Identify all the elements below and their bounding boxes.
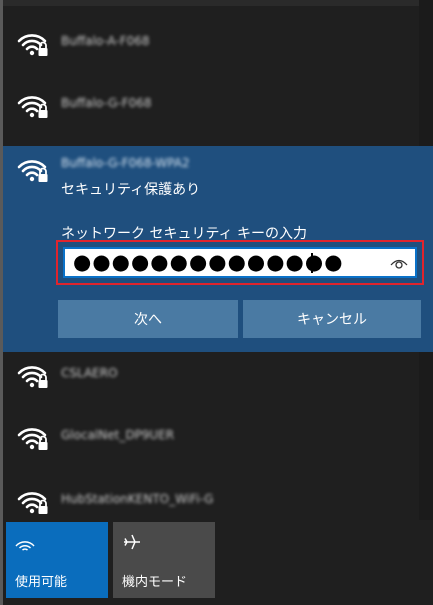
wifi-secured-icon xyxy=(17,362,51,390)
security-status: セキュリティ保護あり xyxy=(61,182,201,198)
wifi-icon xyxy=(15,541,35,551)
airplane-icon xyxy=(124,534,140,550)
cancel-button[interactable]: キャンセル xyxy=(243,300,421,338)
wifi-secured-icon xyxy=(17,30,51,58)
wifi-toggle-tile[interactable]: 使用可能 xyxy=(6,522,108,598)
airplane-mode-tile[interactable]: 機内モード xyxy=(113,522,215,598)
network-name: CSLAERO xyxy=(61,366,118,380)
password-highlight xyxy=(56,240,424,285)
network-item[interactable]: GlocalNet_DP9UER xyxy=(3,408,419,466)
wifi-secured-icon xyxy=(17,488,51,516)
wifi-secured-icon xyxy=(17,156,51,184)
text-caret xyxy=(311,253,313,273)
network-item[interactable]: Buffalo-A-F068 xyxy=(3,14,419,72)
password-input[interactable] xyxy=(73,248,373,276)
network-item[interactable]: Buffalo-G-F068 xyxy=(3,76,419,134)
wifi-secured-icon xyxy=(17,424,51,452)
airplane-tile-label: 機内モード xyxy=(122,575,188,590)
network-name: Buffalo-G-F068-WPA2 xyxy=(61,156,190,170)
reveal-password-icon[interactable] xyxy=(389,254,409,272)
network-item[interactable]: CSLAERO xyxy=(3,346,419,404)
network-name: Buffalo-A-F068 xyxy=(61,34,150,48)
wifi-tile-label: 使用可能 xyxy=(15,575,68,590)
password-field[interactable] xyxy=(63,247,417,278)
network-name: HubStationKENTO_WiFi-G xyxy=(61,492,214,506)
wifi-secured-icon xyxy=(17,92,51,120)
network-name: GlocalNet_DP9UER xyxy=(61,428,175,442)
selected-network-panel[interactable]: Buffalo-G-F068-WPA2 セキュリティ保護あり ネットワーク セキ… xyxy=(3,146,433,352)
panel-top-edge xyxy=(3,0,419,6)
next-button[interactable]: 次へ xyxy=(58,300,238,338)
network-name: Buffalo-G-F068 xyxy=(61,96,152,110)
